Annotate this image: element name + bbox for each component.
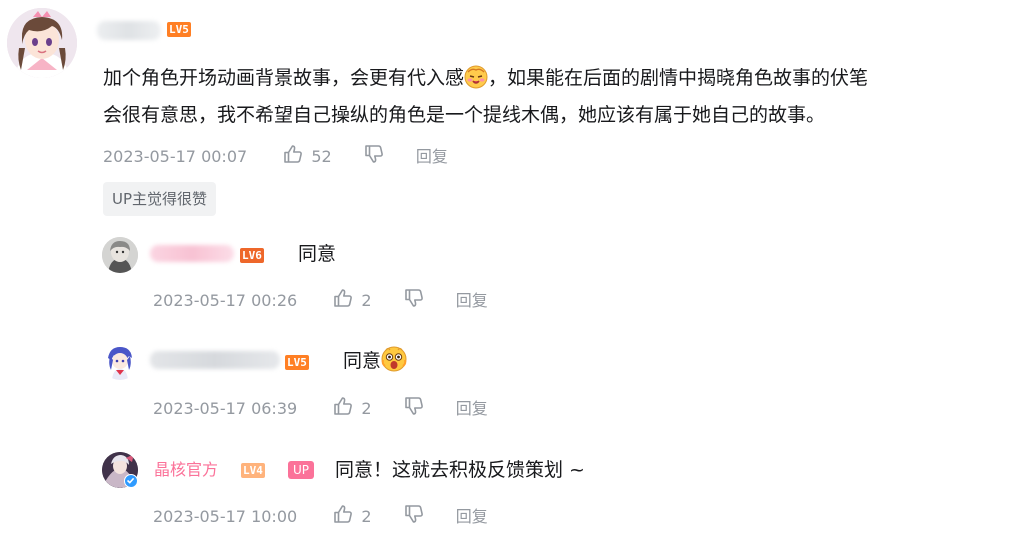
avatar-image (102, 237, 138, 273)
reply-meta: 2023-05-17 00:26 2 回复 (153, 287, 488, 311)
avatar-image (102, 344, 138, 380)
emoji-icon (464, 65, 488, 99)
reply-content: 同意 (298, 243, 337, 265)
comment-text-part2: ，如果能在后面的剧情中揭晓角色故事的伏笔 (488, 67, 869, 89)
like-icon[interactable] (332, 395, 354, 424)
reply-button[interactable]: 回复 (416, 145, 448, 169)
reply-button[interactable]: 回复 (456, 289, 488, 313)
like-count: 52 (311, 147, 332, 166)
comment-text-line2: 会很有意思，我不希望自己操纵的角色是一个提线木偶，她应该有属于她自己的故事。 (103, 104, 826, 126)
like-count: 2 (361, 507, 372, 526)
reply-content: 同意 (343, 345, 407, 382)
like-icon[interactable] (282, 143, 304, 172)
like-icon[interactable] (332, 503, 354, 532)
comment-text-part1: 加个角色开场动画背景故事，会更有代入感 (103, 67, 465, 89)
up-badge: UP (288, 461, 315, 479)
reply-button[interactable]: 回复 (456, 397, 488, 421)
reply-time: 2023-05-17 06:39 (153, 399, 298, 418)
verified-icon (124, 474, 138, 488)
reply-content: 同意！这就去积极反馈策划 ~ (335, 459, 585, 481)
reply-meta: 2023-05-17 10:00 2 回复 (153, 503, 488, 527)
dislike-icon[interactable] (363, 143, 385, 172)
avatar[interactable] (102, 237, 138, 273)
comment-meta: 2023-05-17 00:07 52 回复 (103, 143, 448, 167)
official-username[interactable]: 晶核官方 (154, 459, 218, 481)
avatar[interactable] (7, 8, 77, 78)
level-badge: LV4 (241, 463, 265, 478)
dislike-icon[interactable] (403, 287, 425, 316)
level-badge: LV5 (285, 355, 309, 370)
level-badge: LV6 (240, 248, 264, 263)
avatar[interactable] (102, 452, 138, 488)
comment-time: 2023-05-17 00:07 (103, 147, 248, 166)
up-liked-tag: UP主觉得很赞 (103, 182, 217, 216)
reply-time: 2023-05-17 00:26 (153, 291, 298, 310)
reply-text: 同意 (343, 350, 382, 372)
username-blurred[interactable] (150, 351, 280, 369)
like-count: 2 (361, 399, 372, 418)
dislike-icon[interactable] (403, 395, 425, 424)
reply-time: 2023-05-17 10:00 (153, 507, 298, 526)
comment-content: 加个角色开场动画背景故事，会更有代入感 ，如果能在后面的剧情中揭晓角色故事的伏笔 … (103, 62, 868, 131)
like-count: 2 (361, 291, 372, 310)
like-icon[interactable] (332, 287, 354, 316)
reply-meta: 2023-05-17 06:39 2 回复 (153, 395, 488, 419)
username-blurred[interactable] (150, 245, 234, 262)
dislike-icon[interactable] (403, 503, 425, 532)
level-badge: LV5 (167, 22, 191, 37)
username-blurred[interactable] (97, 21, 161, 40)
reply-button[interactable]: 回复 (456, 505, 488, 529)
avatar-image (7, 8, 77, 78)
avatar[interactable] (102, 344, 138, 380)
shocked-emoji-icon (381, 346, 407, 382)
